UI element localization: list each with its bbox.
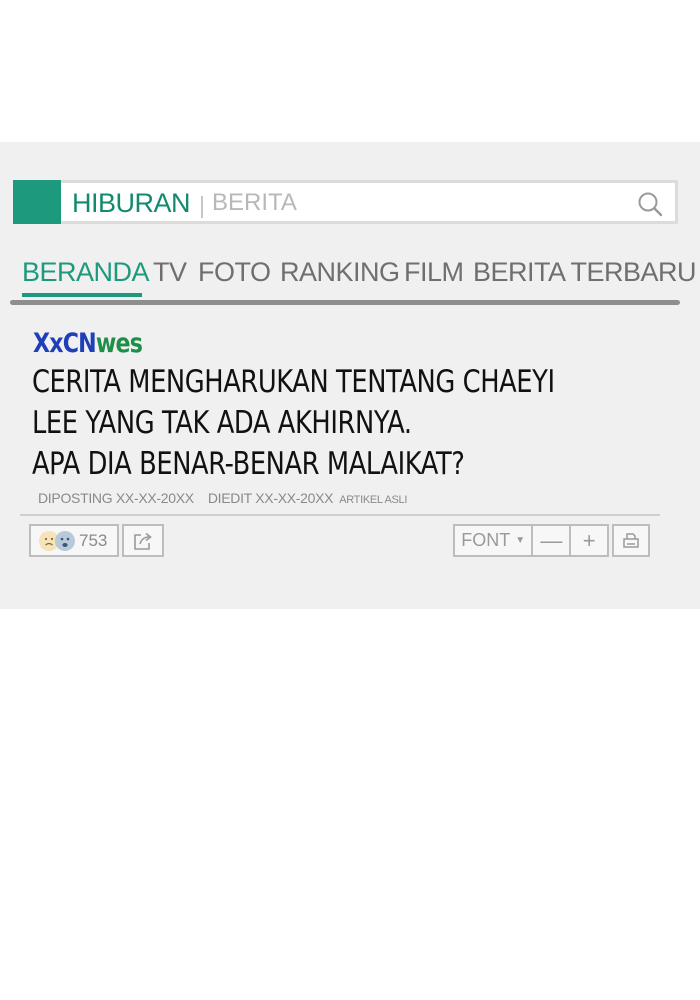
article-meta: DIPOSTING XX-XX-20XX DIEDIT XX-XX-20XX ART… [38, 490, 407, 506]
font-increase-button[interactable]: + [569, 526, 607, 555]
logo-text-green: wes [95, 328, 143, 359]
article-panel: HIBURAN | BERANDA TV FOTO RANKING FILM B… [0, 142, 700, 609]
logo-text-blue: XxCN [33, 328, 97, 359]
nav-item-film[interactable]: FILM [404, 257, 464, 288]
crying-face-icon [55, 530, 75, 551]
edited-date: DIEDIT XX-XX-20XX [207, 490, 334, 506]
print-icon [623, 532, 639, 548]
chevron-down-icon: ▼ [515, 535, 526, 546]
font-controls: FONT ▼ — + [453, 524, 609, 557]
section-label[interactable]: HIBURAN [72, 188, 191, 219]
headline-line: CERITA MENGHARUKAN TENTANG CHAEYI [32, 364, 555, 400]
nav-item-beranda[interactable]: BERANDA [22, 257, 150, 288]
font-select-label: FONT [461, 530, 511, 550]
brand-color-block [13, 180, 61, 224]
posted-date: DIPOSTING XX-XX-20XX [38, 490, 194, 506]
headline-line: APA DIA BENAR-BENAR MALAIKAT? [32, 446, 465, 482]
nav-divider [10, 300, 680, 305]
nav-item-tv[interactable]: TV [153, 257, 187, 288]
search-icon[interactable] [637, 191, 663, 217]
headline-line: LEE YANG TAK ADA AKHIRNYA. [32, 405, 412, 441]
nav-active-indicator [22, 293, 142, 297]
meta-divider [20, 514, 660, 516]
reaction-button[interactable]: 753 [29, 524, 119, 557]
nav-item-berita-terbaru[interactable]: BERITA TERBARU [473, 257, 697, 288]
section-divider: | [199, 192, 205, 218]
nav-item-ranking[interactable]: RANKING [280, 257, 400, 288]
article-headline: CERITA MENGHARUKAN TENTANG CHAEYI LEE YA… [32, 362, 563, 485]
main-nav: BERANDA TV FOTO RANKING FILM BERITA TERB… [22, 257, 697, 297]
print-button[interactable] [612, 524, 650, 557]
share-icon [134, 532, 152, 550]
font-decrease-button[interactable]: — [531, 526, 569, 555]
font-select[interactable]: FONT ▼ [455, 526, 531, 555]
share-button[interactable] [122, 524, 164, 557]
search-bar: HIBURAN | [13, 180, 678, 224]
page: HIBURAN | BERANDA TV FOTO RANKING FILM B… [0, 0, 700, 1000]
original-article-link[interactable]: ARTIKEL ASLI [339, 494, 407, 506]
search-input[interactable] [212, 188, 632, 218]
news-logo: XxCNwes [33, 328, 143, 359]
nav-item-foto[interactable]: FOTO [198, 257, 271, 288]
reaction-count: 753 [79, 530, 108, 550]
